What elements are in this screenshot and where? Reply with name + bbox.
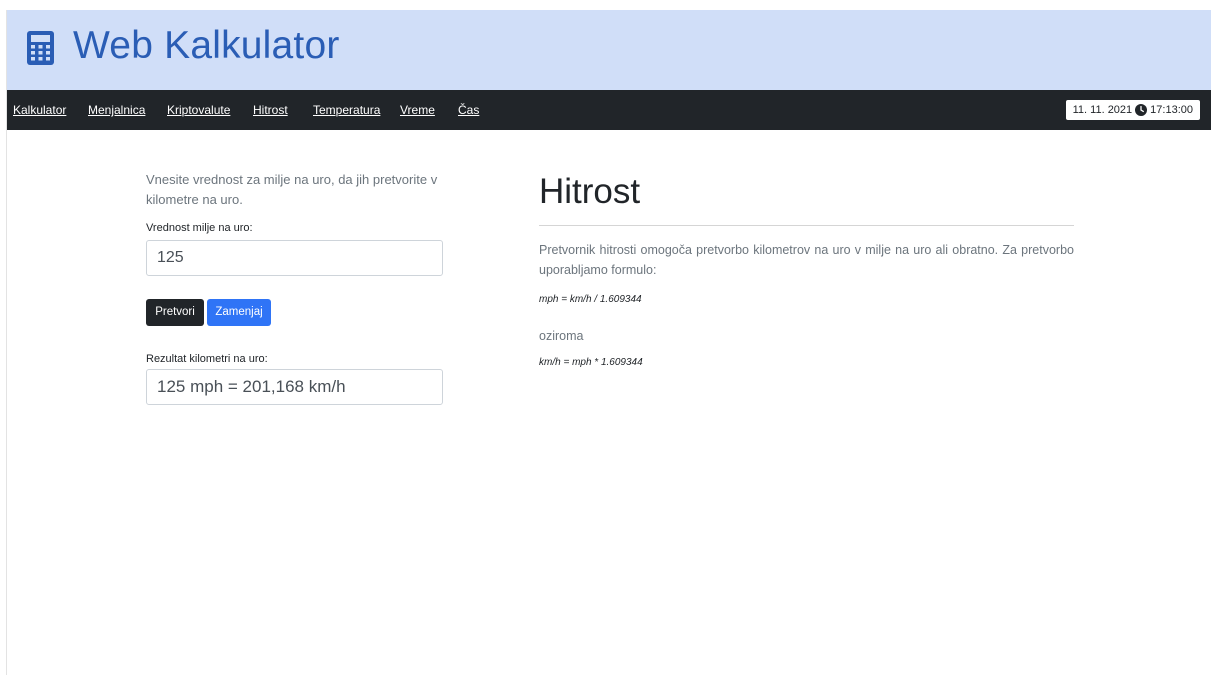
- nav-link-vreme[interactable]: Vreme: [400, 103, 435, 117]
- calculator-icon: [27, 31, 54, 65]
- date-text: 11. 11. 2021: [1072, 104, 1133, 116]
- nav-link-kriptovalute[interactable]: Kriptovalute: [167, 103, 230, 117]
- or-text: oziroma: [539, 329, 584, 343]
- result-label: Rezultat kilometri na uro:: [146, 353, 268, 365]
- datetime-badge: 11. 11. 2021 17:13:00: [1065, 100, 1200, 120]
- nav-link-cas[interactable]: Čas: [458, 103, 479, 117]
- divider: [539, 225, 1074, 226]
- formula-kmh: km/h = mph * 1.609344: [539, 357, 643, 368]
- input-label: Vrednost milje na uro:: [146, 222, 253, 234]
- nav-link-menjalnica[interactable]: Menjalnica: [88, 103, 145, 117]
- section-title: Hitrost: [539, 172, 641, 211]
- app-title: Web Kalkulator: [73, 24, 340, 67]
- result-field[interactable]: 125 mph = 201,168 km/h: [146, 369, 443, 405]
- swap-button[interactable]: Zamenjaj: [207, 299, 271, 326]
- intro-text: Vnesite vrednost za milje na uro, da jih…: [146, 172, 438, 207]
- time-text: 17:13:00: [1150, 104, 1193, 116]
- description-text: Pretvornik hitrosti omogoča pretvorbo ki…: [539, 243, 1074, 277]
- nav-link-temperatura[interactable]: Temperatura: [313, 103, 380, 117]
- header: Web Kalkulator: [7, 10, 1211, 90]
- navbar: Kalkulator Menjalnica Kriptovalute Hitro…: [7, 90, 1211, 130]
- page-frame: Web Kalkulator Kalkulator Menjalnica Kri…: [7, 10, 1211, 675]
- nav-link-kalkulator[interactable]: Kalkulator: [13, 103, 66, 117]
- formula-mph: mph = km/h / 1.609344: [539, 294, 642, 305]
- convert-button[interactable]: Pretvori: [146, 299, 204, 326]
- mph-input[interactable]: 125: [146, 240, 443, 276]
- nav-link-hitrost[interactable]: Hitrost: [253, 103, 288, 117]
- clock-icon: [1135, 104, 1148, 116]
